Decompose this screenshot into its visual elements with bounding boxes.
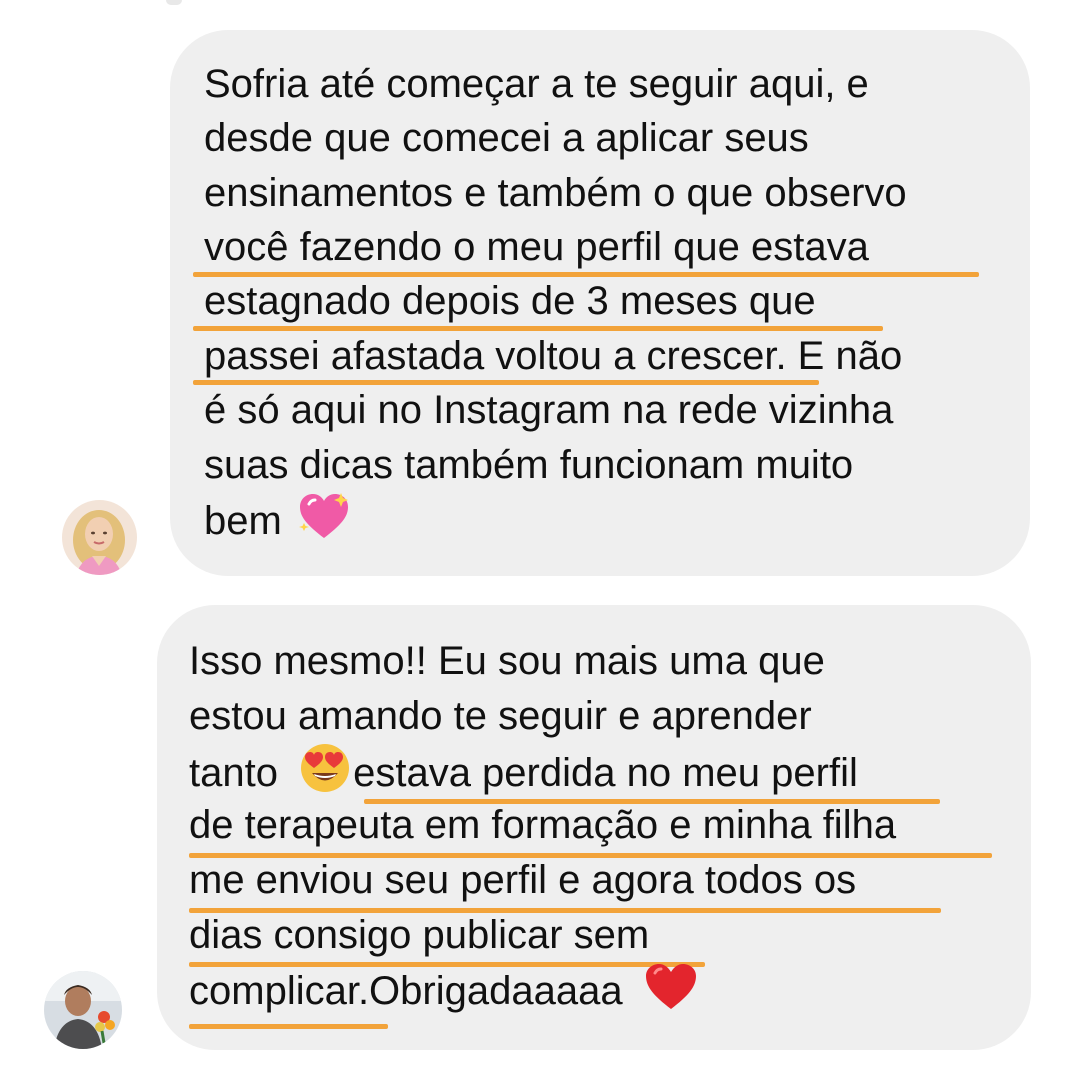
message-1-line-3: ensinamentos e também o que observo xyxy=(204,171,907,215)
sparkling-heart-icon xyxy=(297,492,351,557)
message-2-line-7-text: complicar.Obrigadaaaaa xyxy=(189,969,623,1013)
message-1-line-9-text: bem xyxy=(204,499,282,543)
avatar-illustration xyxy=(62,500,137,575)
message-2-line-6: dias consigo publicar sem xyxy=(189,913,650,957)
message-1-line-6: passei afastada voltou a crescer. E não xyxy=(204,334,903,378)
message-1-line-1: Sofria até começar a te seguir aqui, e xyxy=(204,62,869,106)
sender-avatar-blonde-woman[interactable] xyxy=(62,500,137,575)
message-2-line-7: complicar.Obrigadaaaaa xyxy=(189,962,698,1027)
message-1-line-4: você fazendo o meu perfil que estava xyxy=(204,225,869,269)
message-2-line-5: me enviou seu perfil e agora todos os xyxy=(189,858,857,902)
sender-avatar-woman-flowers[interactable] xyxy=(44,971,122,1049)
message-1-line-8: suas dicas também funcionam muito xyxy=(204,443,854,487)
message-1-line-5: estagnado depois de 3 meses que xyxy=(204,279,816,323)
message-1-line-7: é só aqui no Instagram na rede vizinha xyxy=(204,388,894,432)
message-2-line-1: Isso mesmo!! Eu sou mais uma que xyxy=(189,639,825,683)
message-2-line-3-highlighted-text: estava perdida no meu perfil xyxy=(353,751,858,795)
message-2-line-4: de terapeuta em formação e minha filha xyxy=(189,803,897,847)
scroll-edge-mark xyxy=(166,0,182,5)
red-heart-icon xyxy=(644,962,698,1027)
message-1-line-2: desde que comecei a aplicar seus xyxy=(204,116,809,160)
message-1-line-9: bem xyxy=(204,492,351,557)
avatar-illustration xyxy=(44,971,122,1049)
message-2-line-2: estou amando te seguir e aprender xyxy=(189,694,812,738)
message-2-line-3-text: tanto xyxy=(189,751,278,795)
